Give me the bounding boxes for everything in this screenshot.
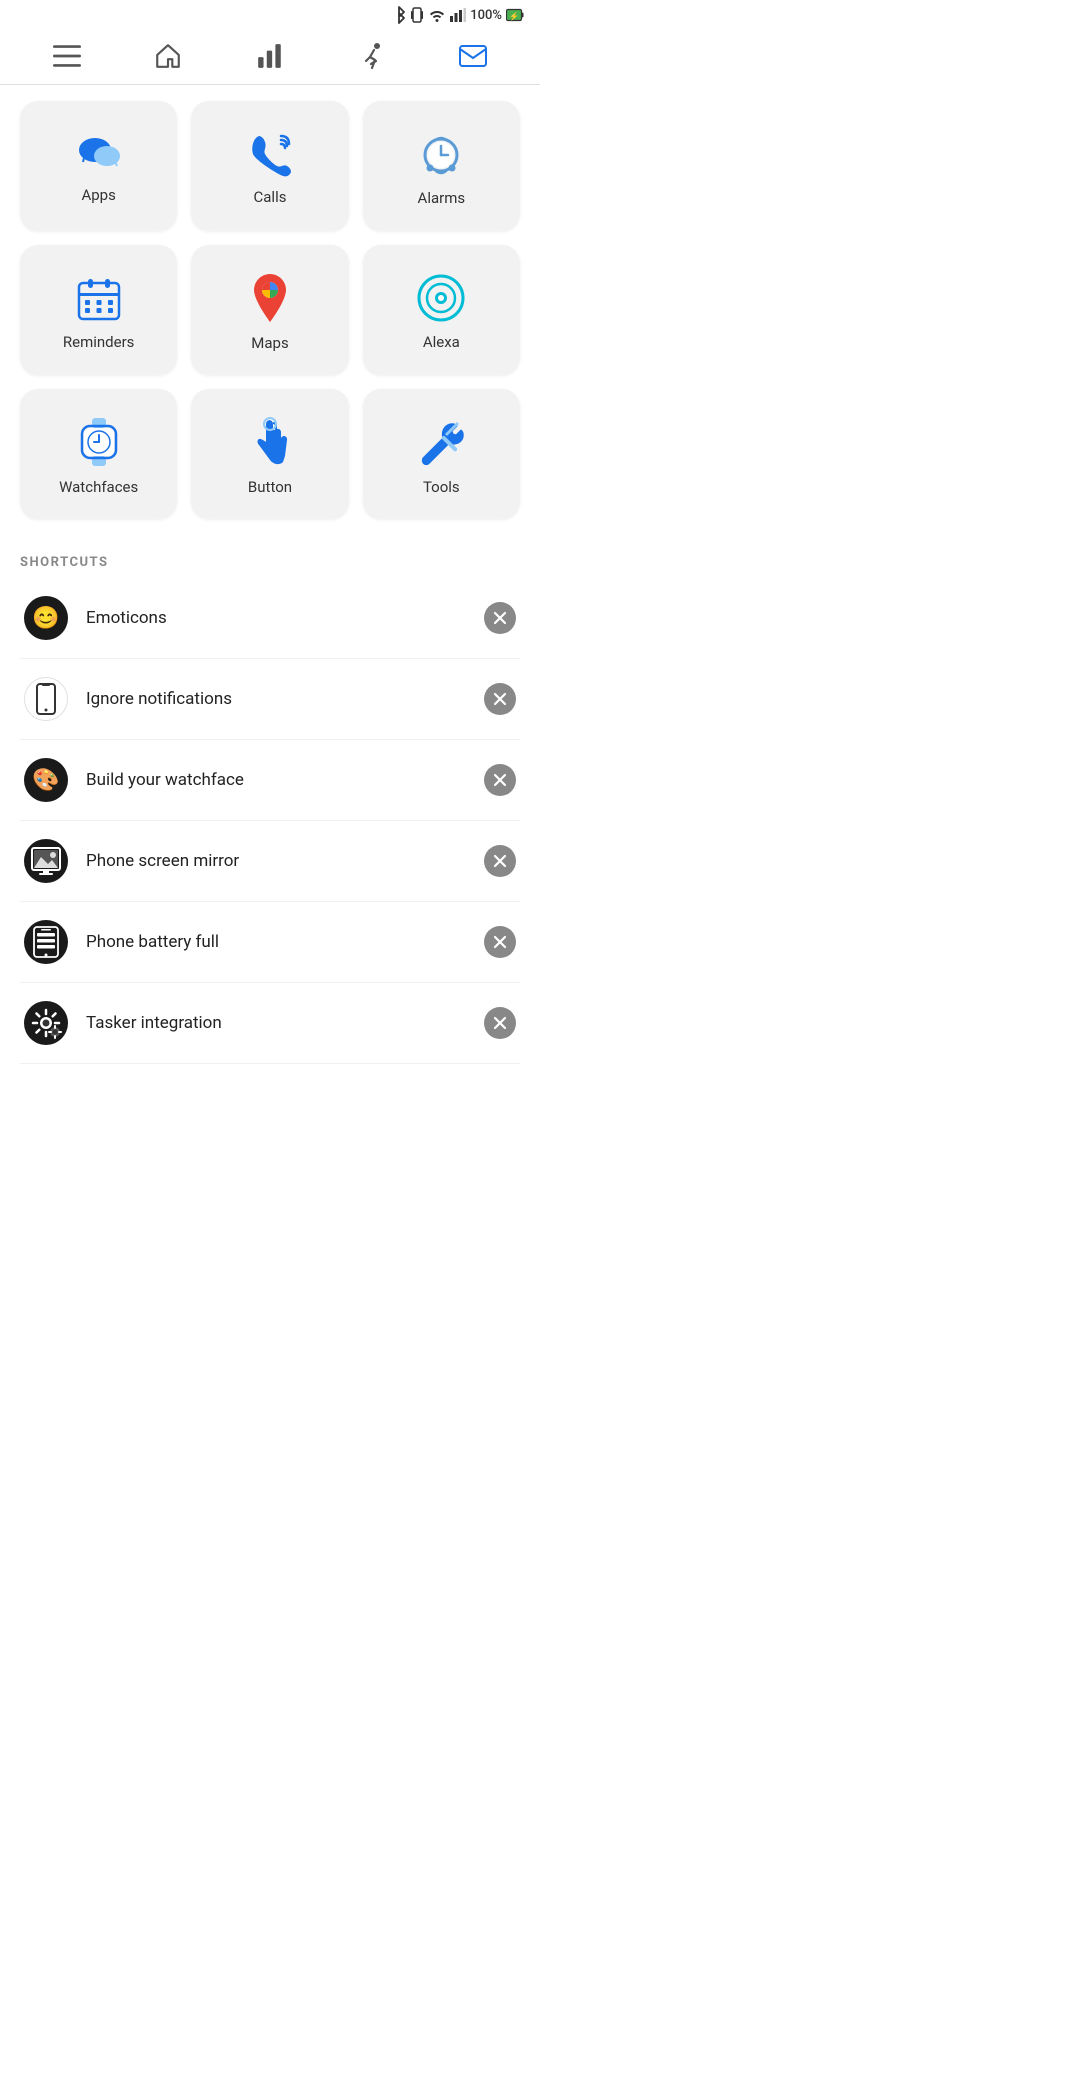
alarms-icon — [416, 129, 466, 179]
grid-container: Apps Calls — [20, 101, 520, 519]
stats-nav-button[interactable] — [248, 38, 292, 74]
close-icon — [493, 692, 507, 706]
mirror-icon — [31, 847, 61, 875]
apps-label: Apps — [81, 186, 115, 204]
wifi-icon — [428, 8, 446, 22]
alexa-icon — [416, 273, 466, 323]
status-icons: 100% ⚡ — [392, 6, 524, 24]
shortcut-item-tasker-integration[interactable]: Tasker integration — [20, 983, 520, 1064]
build-watchface-close-button[interactable] — [484, 764, 516, 796]
grid-item-reminders[interactable]: Reminders — [20, 245, 177, 375]
mail-icon — [459, 42, 487, 70]
tasker-integration-icon — [24, 1001, 68, 1045]
tools-label: Tools — [423, 478, 460, 496]
alarms-label: Alarms — [418, 189, 466, 207]
runner-icon — [358, 42, 386, 70]
svg-text:⚡: ⚡ — [509, 11, 519, 21]
battery-icon: ⚡ — [506, 8, 524, 22]
phone-screen-mirror-icon — [24, 839, 68, 883]
grid-item-alarms[interactable]: Alarms — [363, 101, 520, 231]
signal-icon — [450, 8, 466, 22]
shortcut-item-phone-screen-mirror[interactable]: Phone screen mirror — [20, 821, 520, 902]
emoticons-close-button[interactable] — [484, 602, 516, 634]
close-icon — [493, 854, 507, 868]
close-icon — [493, 611, 507, 625]
phone-battery-full-label: Phone battery full — [86, 932, 484, 952]
activity-nav-button[interactable] — [350, 38, 394, 74]
tasker-integration-close-button[interactable] — [484, 1007, 516, 1039]
tasker-integration-label: Tasker integration — [86, 1013, 484, 1033]
phone-battery-full-close-button[interactable] — [484, 926, 516, 958]
grid-section: Apps Calls — [0, 85, 540, 535]
home-icon — [154, 42, 182, 70]
grid-item-apps[interactable]: Apps — [20, 101, 177, 231]
emoticons-label: Emoticons — [86, 608, 484, 628]
bar-chart-icon — [256, 42, 284, 70]
shortcut-item-build-watchface[interactable]: 🎨 Build your watchface — [20, 740, 520, 821]
phone-battery-full-icon — [24, 920, 68, 964]
button-label: Button — [248, 478, 292, 496]
shortcut-item-emoticons[interactable]: 😊 Emoticons — [20, 578, 520, 659]
grid-item-alexa[interactable]: Alexa — [363, 245, 520, 375]
nav-bar — [0, 28, 540, 85]
phone-screen-mirror-close-button[interactable] — [484, 845, 516, 877]
menu-icon — [53, 42, 81, 70]
grid-item-watchfaces[interactable]: Watchfaces — [20, 389, 177, 519]
gear-icon — [29, 1006, 63, 1040]
shortcuts-title: SHORTCUTS — [20, 555, 520, 570]
ignore-notifications-icon — [24, 677, 68, 721]
close-icon — [493, 1016, 507, 1030]
shortcut-item-phone-battery-full[interactable]: Phone battery full — [20, 902, 520, 983]
calls-icon — [245, 130, 295, 178]
phone-icon — [35, 682, 57, 716]
maps-label: Maps — [251, 334, 288, 352]
messages-nav-button[interactable] — [451, 38, 495, 74]
home-nav-button[interactable] — [146, 38, 190, 74]
build-watchface-icon: 🎨 — [24, 758, 68, 802]
ignore-notifications-close-button[interactable] — [484, 683, 516, 715]
status-bar: 100% ⚡ — [0, 0, 540, 28]
emoticons-icon: 😊 — [24, 596, 68, 640]
close-icon — [493, 773, 507, 787]
reminders-icon — [75, 273, 123, 323]
watchfaces-icon — [76, 416, 122, 468]
close-icon — [493, 935, 507, 949]
shortcuts-section: SHORTCUTS 😊 Emoticons Ignore notificatio… — [0, 535, 540, 1074]
shortcut-item-ignore-notifications[interactable]: Ignore notifications — [20, 659, 520, 740]
watchfaces-label: Watchfaces — [59, 478, 138, 496]
tools-icon — [415, 416, 467, 468]
maps-icon — [248, 272, 292, 324]
calls-label: Calls — [254, 188, 287, 206]
battery-full-icon — [32, 925, 60, 959]
grid-item-tools[interactable]: Tools — [363, 389, 520, 519]
grid-item-button[interactable]: Button — [191, 389, 348, 519]
button-icon — [247, 416, 293, 468]
ignore-notifications-label: Ignore notifications — [86, 689, 484, 709]
build-watchface-label: Build your watchface — [86, 770, 484, 790]
apps-icon — [73, 132, 125, 176]
menu-nav-button[interactable] — [45, 38, 89, 74]
alexa-label: Alexa — [423, 333, 460, 351]
reminders-label: Reminders — [63, 333, 135, 351]
phone-screen-mirror-label: Phone screen mirror — [86, 851, 484, 871]
battery-text: 100% — [470, 8, 502, 23]
grid-item-calls[interactable]: Calls — [191, 101, 348, 231]
bluetooth-icon — [392, 6, 406, 24]
vibrate-icon — [410, 6, 424, 24]
grid-item-maps[interactable]: Maps — [191, 245, 348, 375]
